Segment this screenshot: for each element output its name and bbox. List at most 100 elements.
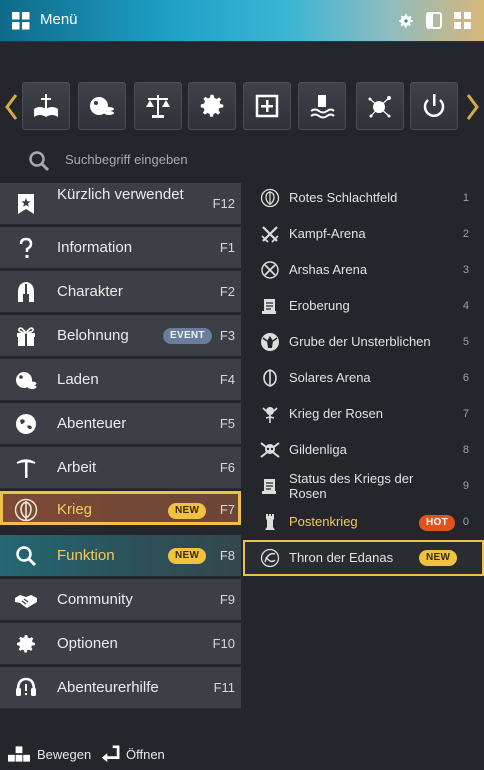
new-badge: NEW	[419, 550, 458, 566]
network-node-icon	[368, 96, 391, 118]
bookmark-star-icon	[18, 194, 34, 214]
quick-shop-button[interactable]	[78, 82, 126, 130]
search-icon	[29, 151, 50, 172]
submenu-number: 0	[462, 516, 469, 528]
quick-expand-button[interactable]	[243, 82, 291, 130]
submenu-number: 1	[462, 192, 469, 204]
open-hint-label: Öffnen	[126, 747, 165, 762]
gear-icon	[200, 94, 224, 117]
menu-item-label: Community	[57, 591, 133, 608]
menu-item-label: Information	[57, 239, 133, 256]
gear-icon	[17, 635, 35, 653]
scroll-icon	[262, 479, 276, 494]
solar-shield-icon	[263, 369, 277, 387]
menu-item-war[interactable]: Krieg NEW F7	[0, 491, 241, 525]
quick-network-button[interactable]	[356, 82, 404, 130]
submenu-item-pit-of-immortals[interactable]: Grube der Unsterblichen 5	[241, 324, 484, 360]
menu-item-label: Belohnung	[57, 327, 129, 344]
scroll-right-arrow[interactable]	[466, 93, 480, 121]
settings-gear-icon[interactable]	[397, 12, 415, 30]
grid-view-icon[interactable]	[454, 12, 471, 29]
demon-icon	[261, 333, 279, 351]
submenu-item-outpost-war[interactable]: Postenkrieg HOT 0	[241, 504, 484, 540]
menu-item-adventure[interactable]: Abenteuer F5	[0, 403, 241, 445]
submenu-item-solares-arena[interactable]: Solares Arena 6	[241, 360, 484, 396]
menu-item-label: Charakter	[57, 283, 123, 300]
shield-emblem-icon	[260, 188, 280, 208]
panel-toggle-icon[interactable]	[426, 12, 442, 29]
submenu-number: 9	[462, 480, 469, 492]
submenu-number: 6	[462, 372, 469, 384]
move-hint-label: Bewegen	[37, 747, 92, 762]
war-shield-icon	[14, 498, 38, 522]
new-badge: NEW	[168, 548, 207, 564]
new-badge: NEW	[168, 503, 207, 519]
submenu-item-label: Krieg der Rosen	[289, 406, 383, 421]
menu-item-options[interactable]: Optionen F10	[0, 623, 241, 665]
menu-item-label: Arbeit	[57, 459, 97, 476]
window-title: Menü	[40, 11, 78, 28]
submenu-item-guild-league[interactable]: Gildenliga 8	[241, 432, 484, 468]
hotkey-label: F12	[212, 196, 235, 211]
submenu-item-label: Eroberung	[289, 298, 350, 313]
menu-item-label: Laden	[57, 371, 99, 388]
hotkey-label: F8	[219, 548, 235, 563]
submenu-item-label: Solares Arena	[289, 370, 371, 385]
hotkey-label: F1	[219, 240, 235, 255]
crossed-swords-icon	[261, 226, 279, 243]
shop-bag-icon	[90, 97, 114, 115]
expand-box-icon	[255, 94, 279, 118]
submenu-item-combat-arena[interactable]: Kampf-Arena 2	[241, 216, 484, 252]
globe-icon	[16, 414, 36, 434]
menu-item-function[interactable]: Funktion NEW F8	[0, 535, 241, 577]
quick-water-button[interactable]	[298, 82, 346, 130]
submenu-item-label: Arshas Arena	[289, 262, 368, 277]
submenu-item-conquest[interactable]: Eroberung 4	[241, 288, 484, 324]
menu-item-help[interactable]: Abenteurerhilfe F11	[0, 667, 241, 709]
rose-emblem-icon	[262, 407, 278, 423]
menu-item-information[interactable]: Information F1	[0, 227, 241, 269]
submenu-item-label: Gildenliga	[289, 442, 347, 457]
menu-item-label: Krieg	[57, 501, 93, 518]
hotkey-label: F9	[219, 592, 235, 607]
tower-icon	[265, 514, 275, 530]
pickaxe-icon	[16, 459, 36, 478]
menu-grid-icon[interactable]	[12, 12, 30, 30]
edana-icon	[260, 548, 280, 568]
scroll-icon	[262, 299, 276, 314]
search-box[interactable]: Suchbegriff eingeben	[20, 140, 470, 180]
submenu-item-arshas-arena[interactable]: Arshas Arena 3	[241, 252, 484, 288]
headset-icon	[16, 677, 36, 696]
quick-settings-button[interactable]	[188, 82, 236, 130]
submenu-item-label: Kampf-Arena	[289, 226, 366, 241]
menu-item-label: Optionen	[57, 635, 118, 652]
submenu-item-label: Rotes Schlachtfeld	[289, 190, 398, 205]
menu-item-character[interactable]: Charakter F2	[0, 271, 241, 313]
scroll-left-arrow[interactable]	[4, 93, 18, 121]
submenu-number: 7	[462, 408, 469, 420]
scales-icon	[146, 95, 170, 118]
menu-item-work[interactable]: Arbeit F6	[0, 447, 241, 489]
enter-key-icon	[101, 745, 120, 763]
guild-skull-icon	[260, 442, 280, 458]
event-badge: EVENT	[163, 328, 212, 344]
hotkey-label: F3	[219, 328, 235, 343]
submenu-item-red-battlefield[interactable]: Rotes Schlachtfeld 1	[241, 180, 484, 216]
submenu-item-war-of-roses[interactable]: Krieg der Rosen 7	[241, 396, 484, 432]
hotkey-label: F7	[219, 502, 235, 517]
menu-item-recent[interactable]: Kürzlich verwendet F12	[0, 183, 241, 225]
submenu-item-throne-of-edanas[interactable]: Thron der Edanas NEW	[243, 540, 484, 576]
submenu-item-label: Grube der Unsterblichen	[289, 334, 431, 349]
quick-book-sword-button[interactable]	[22, 82, 70, 130]
menu-item-community[interactable]: Community F9	[0, 579, 241, 621]
menu-item-label: Funktion	[57, 547, 115, 564]
menu-item-shop[interactable]: Laden F4	[0, 359, 241, 401]
search-placeholder: Suchbegriff eingeben	[65, 152, 188, 167]
quick-scales-button[interactable]	[134, 82, 182, 130]
submenu-item-war-of-roses-status[interactable]: Status des Kriegs der Rosen 9	[241, 468, 484, 504]
book-sword-icon	[34, 94, 58, 117]
submenu-number: 8	[462, 444, 469, 456]
menu-item-reward[interactable]: Belohnung EVENT F3	[0, 315, 241, 357]
submenu-number: 2	[462, 228, 469, 240]
quick-power-button[interactable]	[410, 82, 458, 130]
